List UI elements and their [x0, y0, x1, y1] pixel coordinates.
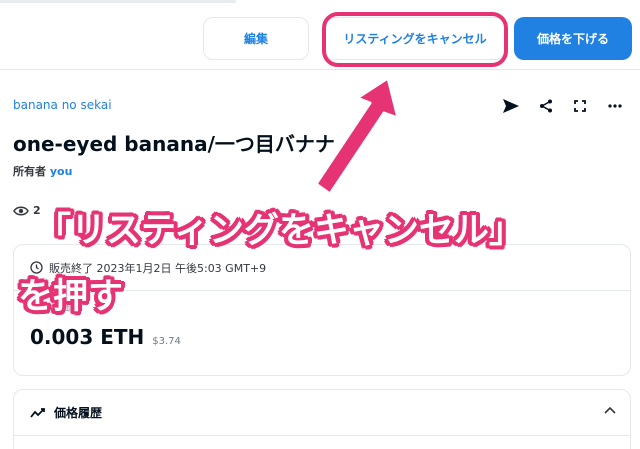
- annotation-text-line1: 「リスティングをキャンセル」: [36, 211, 524, 251]
- price-history-title: 価格履歴: [54, 406, 103, 420]
- price-history-header[interactable]: 価格履歴: [14, 390, 630, 436]
- top-divider: [0, 0, 236, 3]
- lower-price-button[interactable]: 価格を下げる: [514, 17, 632, 60]
- chevron-up-icon[interactable]: [604, 406, 616, 414]
- price-history-panel: 価格履歴: [13, 389, 631, 449]
- send-icon[interactable]: [500, 95, 522, 117]
- current-price: 0.003 ETH: [30, 325, 145, 349]
- action-bar: 編集 リスティングをキャンセル 価格を下げる: [0, 0, 640, 70]
- price-row: 0.003 ETH $3.74: [30, 325, 181, 349]
- more-icon[interactable]: [604, 95, 626, 117]
- collection-link[interactable]: banana no sekai: [13, 98, 112, 112]
- edit-button[interactable]: 編集: [203, 17, 309, 60]
- owner-prefix: 所有者: [13, 165, 46, 178]
- eye-icon: [13, 206, 29, 215]
- trend-icon: [30, 407, 45, 418]
- annotation-arrow: [314, 76, 400, 196]
- annotation-text-line2: を押す: [18, 277, 124, 317]
- fullscreen-icon[interactable]: [569, 95, 591, 117]
- highlight-box: [322, 12, 508, 67]
- owner-link[interactable]: you: [50, 165, 73, 178]
- price-usd: $3.74: [152, 336, 181, 347]
- owner-line: 所有者 you: [13, 163, 72, 179]
- share-icon[interactable]: [535, 95, 557, 117]
- item-title: one-eyed banana/一つ目バナナ: [13, 132, 335, 156]
